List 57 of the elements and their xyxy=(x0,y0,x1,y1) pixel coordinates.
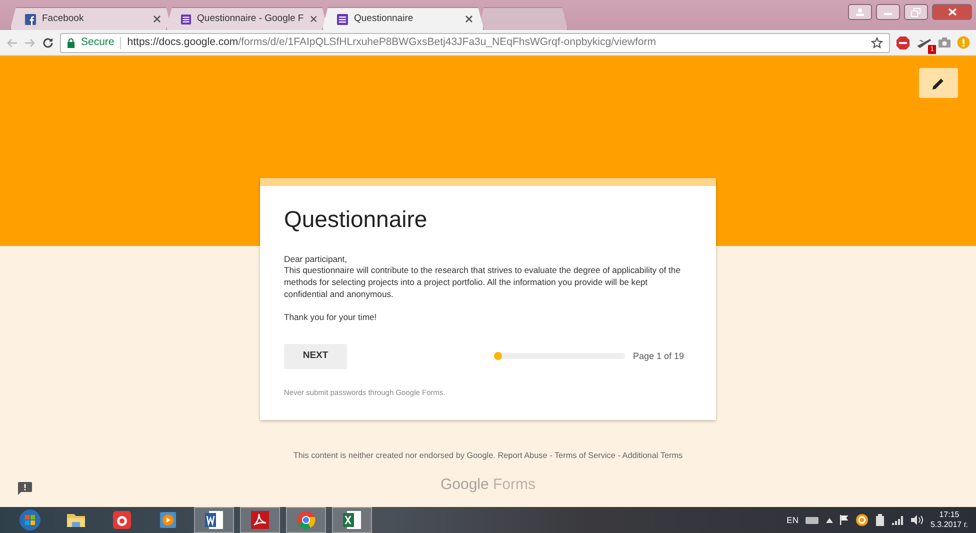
pdf-icon xyxy=(250,510,270,530)
reload-button[interactable] xyxy=(42,36,54,48)
form-title: Questionnaire xyxy=(284,206,428,234)
language-indicator[interactable]: EN xyxy=(786,514,798,526)
windows-logo-icon xyxy=(19,509,41,531)
close-icon xyxy=(948,8,956,16)
form-icon xyxy=(337,14,348,24)
footer-link[interactable]: Additional Terms xyxy=(622,451,683,460)
play-icon xyxy=(158,510,178,530)
camera-icon[interactable] xyxy=(938,37,951,48)
keyboard-icon[interactable] xyxy=(805,516,820,524)
taskbar-app[interactable] xyxy=(332,507,372,533)
taskbar-app[interactable] xyxy=(194,507,234,533)
browser-icon xyxy=(296,510,316,530)
edit-button[interactable] xyxy=(919,68,958,98)
address-bar[interactable]: Secure https://docs.google.com/forms/d/e/1FAIpQLSfHLrxuheP8BWGxsBetj43JFa3u_NEqFhsWGrqf-onpbykicg/viewform xyxy=(60,32,890,52)
restore-icon xyxy=(911,8,921,16)
close-icon[interactable] xyxy=(310,15,317,23)
flag-icon[interactable] xyxy=(840,515,850,525)
form-icon xyxy=(181,14,192,24)
next-button[interactable]: NEXT xyxy=(284,344,347,369)
browser-tab[interactable]: Questionnaire xyxy=(322,7,484,30)
security-label: Secure xyxy=(81,34,114,50)
facebook-icon xyxy=(25,14,36,24)
footer-link[interactable]: Report Abuse xyxy=(498,451,548,460)
close-icon[interactable] xyxy=(153,15,161,23)
clock-time[interactable]: 17:15 xyxy=(930,510,968,520)
forward-arrow-icon xyxy=(24,38,36,48)
feedback-icon[interactable] xyxy=(18,482,32,495)
user-icon xyxy=(855,8,865,16)
footer-link[interactable]: Terms of Service xyxy=(554,451,616,460)
close-button[interactable] xyxy=(932,4,972,20)
document-icon xyxy=(204,510,224,530)
form-description: Dear participant, This questionnaire will contribute to the research that strives to evaluate the degree of applicability of the methods for selecting projects into a project portfolio. All the information you provide will be kept confidential and anonymous. xyxy=(284,254,682,302)
back-arrow-icon xyxy=(6,38,18,48)
page-counter: Page 1 of 19 xyxy=(632,350,684,363)
speaker-icon[interactable] xyxy=(911,515,924,525)
signal-icon[interactable] xyxy=(892,516,904,524)
star-icon[interactable] xyxy=(871,36,883,48)
forms-logo: Google Forms xyxy=(440,475,536,496)
minimize-button[interactable] xyxy=(876,4,900,20)
footer-disclaimer: This content is neither created nor endorsed by Google. Report Abuse - Terms of Service - Additional Terms xyxy=(292,450,684,462)
stop-sign-icon[interactable] xyxy=(896,36,910,50)
close-icon[interactable] xyxy=(465,15,473,23)
clock-date[interactable]: 5.3.2017 г. xyxy=(930,520,968,530)
maximize-button[interactable] xyxy=(904,4,928,20)
user-button[interactable] xyxy=(848,4,872,20)
spreadsheet-icon xyxy=(342,510,362,530)
battery-icon[interactable] xyxy=(875,514,886,526)
taskbar-app[interactable] xyxy=(240,507,280,533)
caret-icon[interactable] xyxy=(826,518,834,522)
pencil-icon xyxy=(932,76,945,90)
reload-icon xyxy=(42,36,54,48)
lock-icon xyxy=(67,38,75,48)
url-text: https://docs.google.com/forms/d/e/1FAIpQLSfHLrxuheP8BWGxsBetj43JFa3u_NEqFhsWGrqf-onpbykicg/viewform xyxy=(127,34,656,50)
camera-app-icon xyxy=(112,510,132,530)
thanks-text: Thank you for your time! xyxy=(284,311,378,324)
